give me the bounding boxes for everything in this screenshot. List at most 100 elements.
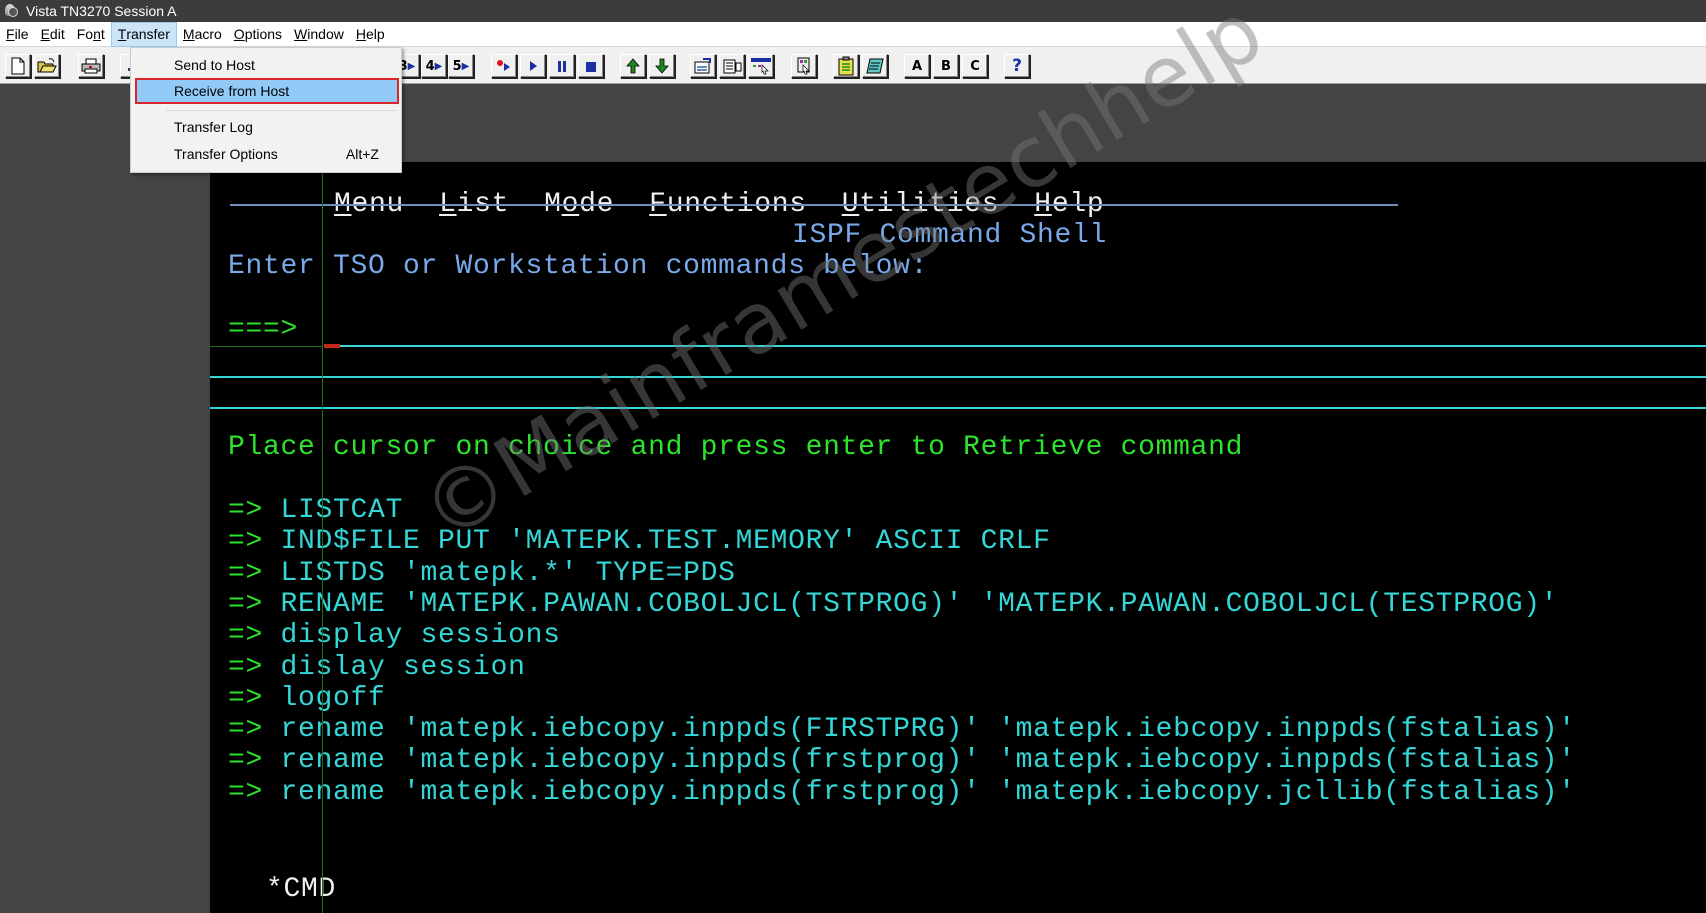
properties-button[interactable]: [690, 54, 716, 78]
menu-transfer-log[interactable]: Transfer Log: [131, 114, 401, 140]
play-small-icon: ▶: [434, 60, 443, 72]
session-b-button[interactable]: B: [933, 54, 959, 78]
macro-4-button[interactable]: 4 ▶: [421, 54, 447, 78]
history-marker: =>: [228, 651, 264, 683]
history-item[interactable]: => dislay session: [228, 652, 526, 683]
menu-receive-from-host-label: Receive from Host: [174, 83, 290, 99]
history-item[interactable]: => LISTCAT: [228, 495, 403, 526]
menu-options[interactable]: Options: [228, 22, 288, 47]
open-folder-button[interactable]: [34, 54, 60, 78]
menu-file[interactable]: File: [0, 22, 35, 47]
hotspot-button[interactable]: [791, 54, 817, 78]
terminal-screen[interactable]: Menu List Mode Functions Utilities Help …: [210, 162, 1706, 913]
record-icon: [497, 60, 510, 71]
cmd-footer: *CMD: [266, 874, 337, 905]
send-button[interactable]: [620, 54, 646, 78]
menu-file-mnemonic: F: [6, 26, 15, 42]
play-button[interactable]: [520, 54, 546, 78]
session-a-button[interactable]: A: [904, 54, 930, 78]
history-item[interactable]: => rename 'matepk.iebcopy.inppds(frstpro…: [228, 777, 1576, 808]
tn3270-app-icon[interactable]: [2, 2, 20, 20]
menu-edit-mnemonic: E: [40, 26, 50, 42]
menu-font-label: t: [100, 26, 105, 42]
select-screen-button[interactable]: [748, 54, 774, 78]
history-command: rename 'matepk.iebcopy.inppds(frstprog)'…: [280, 776, 1576, 808]
menu-macro-mnemonic: M: [182, 26, 195, 42]
new-document-icon: [11, 57, 25, 75]
crosshair-vertical: [322, 162, 323, 913]
history-item[interactable]: => display sessions: [228, 620, 561, 651]
new-document-button[interactable]: [5, 54, 31, 78]
select-screen-icon: [751, 58, 771, 75]
window-title: Vista TN3270 Session A: [26, 3, 177, 19]
history-command: RENAME 'MATEPK.PAWAN.COBOLJCL(TSTPROG)' …: [280, 588, 1559, 620]
notepad-button[interactable]: [862, 54, 888, 78]
menu-send-to-host-label: Send to Host: [174, 57, 255, 73]
menu-window-mnemonic: W: [294, 26, 308, 42]
menu-send-to-host[interactable]: Send to Host: [131, 52, 401, 78]
notepad-icon: [866, 58, 884, 74]
help-icon: ?: [1012, 56, 1022, 76]
menu-window[interactable]: Window: [288, 22, 350, 47]
transfer-list-button[interactable]: [719, 54, 745, 78]
menu-transfer-mnemonic: T: [117, 26, 127, 42]
retrieve-hint: Place cursor on choice and press enter t…: [228, 432, 1244, 463]
history-item[interactable]: => RENAME 'MATEPK.PAWAN.COBOLJCL(TSTPROG…: [228, 589, 1558, 620]
history-command: rename 'matepk.iebcopy.inppds(frstprog)'…: [280, 745, 1576, 777]
menu-window-label: indow: [307, 26, 344, 42]
menu-file-label: ile: [14, 26, 29, 42]
history-command: IND$FILE PUT 'MATEPK.TEST.MEMORY' ASCII …: [280, 526, 1051, 558]
menu-help-mnemonic: H: [355, 26, 366, 42]
printer-icon: [81, 58, 101, 74]
history-item[interactable]: => rename 'matepk.iebcopy.inppds(FIRSTPR…: [228, 714, 1576, 745]
menu-transfer-options[interactable]: Transfer Options Alt+Z: [131, 141, 401, 167]
crosshair-horizontal: [210, 346, 322, 347]
receive-button[interactable]: [649, 54, 675, 78]
menu-options-label: ptions: [244, 26, 283, 42]
command-input-line-2[interactable]: [210, 376, 1706, 378]
arrow-up-icon: [626, 58, 640, 74]
panel-title: ISPF Command Shell: [792, 220, 1108, 251]
stop-button[interactable]: [578, 54, 604, 78]
menu-macro[interactable]: Macro: [177, 22, 228, 47]
session-a-label: A: [911, 58, 923, 74]
history-item[interactable]: => IND$FILE PUT 'MATEPK.TEST.MEMORY' ASC…: [228, 526, 1051, 557]
history-item[interactable]: => LISTDS 'matepk.*' TYPE=PDS: [228, 558, 736, 589]
history-command: dislay session: [280, 651, 526, 683]
transfer-menu: Send to Host Receive from Host Transfer …: [130, 47, 402, 173]
history-command: logoff: [280, 682, 386, 714]
record-button[interactable]: [491, 54, 517, 78]
menu-font[interactable]: Fo n t: [71, 22, 111, 47]
clipboard-icon: [838, 56, 854, 76]
macro-5-button[interactable]: 5 ▶: [448, 54, 474, 78]
command-input-line-3[interactable]: [210, 407, 1706, 409]
menu-edit[interactable]: Edit: [35, 22, 71, 47]
history-marker: =>: [228, 682, 264, 714]
menu-transfer-options-label: Transfer Options: [174, 146, 278, 162]
menu-receive-from-host[interactable]: Receive from Host: [135, 78, 399, 104]
history-item[interactable]: => rename 'matepk.iebcopy.inppds(frstpro…: [228, 745, 1576, 776]
command-input-line-1[interactable]: [340, 345, 1706, 347]
session-c-label: C: [970, 58, 980, 74]
menu-help[interactable]: Help: [350, 22, 391, 47]
macro-5-label: 5: [452, 58, 462, 74]
menu-separator: [166, 110, 397, 111]
instruction-text: Enter TSO or Workstation commands below:: [228, 251, 929, 282]
transfer-list-icon: [723, 59, 742, 74]
command-prompt: ===>: [228, 314, 299, 345]
history-marker: =>: [228, 495, 264, 526]
history-item[interactable]: => logoff: [228, 683, 386, 714]
pause-button[interactable]: [549, 54, 575, 78]
title-bar: Vista TN3270 Session A: [0, 0, 1706, 22]
play-icon: [530, 61, 537, 71]
print-button[interactable]: [78, 54, 104, 78]
clipboard-button[interactable]: [833, 54, 859, 78]
help-button[interactable]: ?: [1004, 54, 1030, 78]
session-c-button[interactable]: C: [962, 54, 988, 78]
pause-icon: [558, 61, 566, 72]
menu-edit-label: dit: [49, 26, 65, 42]
action-bar-divider: [230, 204, 1398, 206]
menu-transfer[interactable]: Transfer: [110, 21, 177, 47]
menu-font-mnemonic: n: [93, 26, 101, 42]
play-small-icon: ▶: [407, 60, 416, 72]
